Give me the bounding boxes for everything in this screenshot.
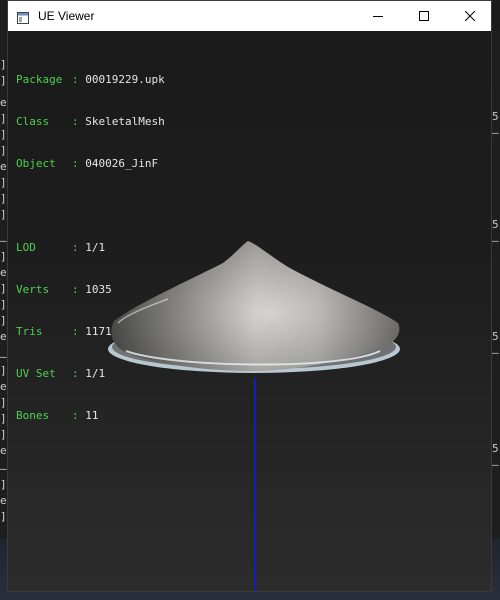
info-label-class: Class <box>16 115 50 128</box>
info-label-bones: Bones <box>16 409 50 422</box>
info-row-uvset: UV Set: 1/1 <box>16 367 106 380</box>
info-row-class: Class: SkeletalMesh <box>16 115 165 128</box>
window-title: UE Viewer <box>38 9 95 23</box>
info-value-object: 040026_JinF <box>85 157 159 170</box>
info-value-uvset: 1/1 <box>85 367 106 380</box>
info-value-package: 00019229.upk <box>85 73 165 86</box>
info-label-tris: Tris <box>16 325 43 338</box>
info-value-bones: 11 <box>85 409 99 422</box>
info-row-package: Package: 00019229.upk <box>16 73 165 86</box>
app-window-icon <box>17 9 29 24</box>
minimize-icon <box>373 16 383 17</box>
info-value-lod: 1/1 <box>85 241 106 254</box>
info-label-verts: Verts <box>16 283 50 296</box>
info-row-object: Object: 040026_JinF <box>16 157 159 170</box>
mesh-info-panel: Package: 00019229.upk Class: SkeletalMes… <box>16 45 165 451</box>
info-label-uvset: UV Set <box>16 367 56 380</box>
info-value-class: SkeletalMesh <box>85 115 165 128</box>
info-label-lod: LOD <box>16 241 36 254</box>
3d-viewport[interactable]: Package: 00019229.upk Class: SkeletalMes… <box>8 31 491 591</box>
info-label-object: Object <box>16 157 56 170</box>
maximize-button[interactable] <box>401 1 447 31</box>
info-label-package: Package <box>16 73 63 86</box>
info-row-tris: Tris: 1171 <box>16 325 112 338</box>
maximize-icon <box>419 11 429 21</box>
info-row-bones: Bones: 11 <box>16 409 99 422</box>
axis-line <box>254 378 256 591</box>
background-window-right: 5 – 5 – 5 – 5 – <box>492 30 500 600</box>
info-value-verts: 1035 <box>85 283 112 296</box>
info-row-lod: LOD: 1/1 <box>16 241 106 254</box>
close-icon <box>465 11 475 21</box>
info-value-tris: 1171 <box>85 325 112 338</box>
ue-viewer-window: UE Viewer Package: 00019229.upk Class:… <box>7 0 492 592</box>
info-row-verts: Verts: 1035 <box>16 283 112 296</box>
title-bar[interactable]: UE Viewer <box>8 1 491 31</box>
minimize-button[interactable] <box>355 1 401 31</box>
close-button[interactable] <box>447 1 493 31</box>
